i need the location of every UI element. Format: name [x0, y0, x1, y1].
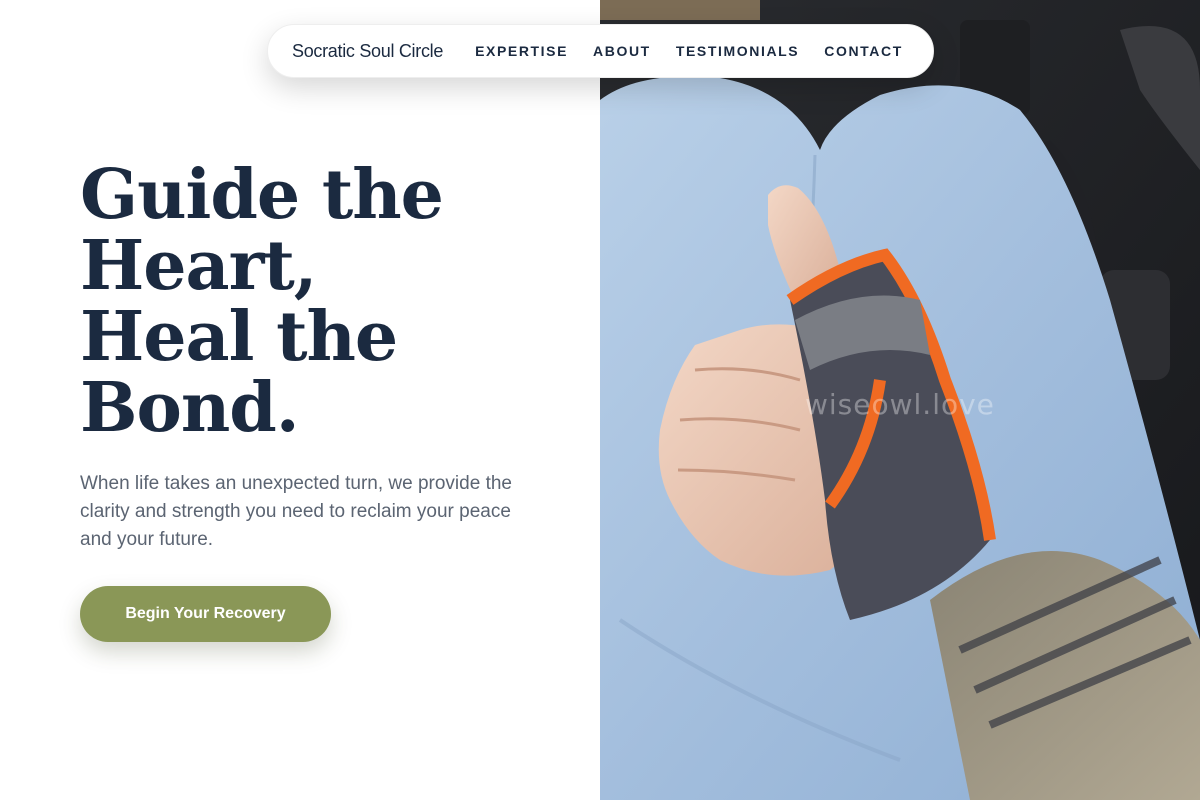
watermark: wiseowl.love	[805, 388, 995, 421]
hero-photo: wiseowl.love	[600, 0, 1200, 800]
nav-link-contact[interactable]: CONTACT	[824, 43, 903, 59]
brand-logo-link[interactable]: Socratic Soul Circle	[292, 41, 443, 62]
nav-links: EXPERTISE ABOUT TESTIMONIALS CONTACT	[475, 43, 903, 59]
nav-link-about[interactable]: ABOUT	[593, 43, 651, 59]
hero-title: Guide the Heart, Heal the Bond.	[80, 160, 560, 444]
hero-subtitle: When life takes an unexpected turn, we p…	[80, 473, 512, 550]
hero-title-line: Guide the	[80, 155, 444, 235]
hero-section: Guide the Heart, Heal the Bond. When lif…	[0, 0, 600, 800]
main-nav: Socratic Soul Circle EXPERTISE ABOUT TES…	[267, 24, 934, 78]
nav-link-expertise[interactable]: EXPERTISE	[475, 43, 568, 59]
hero-title-line: Heart,	[80, 226, 317, 306]
nav-link-testimonials[interactable]: TESTIMONIALS	[676, 43, 799, 59]
hero-title-line: Bond.	[80, 368, 300, 448]
hero-title-line: Heal the	[80, 297, 398, 377]
begin-recovery-button[interactable]: Begin Your Recovery	[80, 586, 331, 642]
